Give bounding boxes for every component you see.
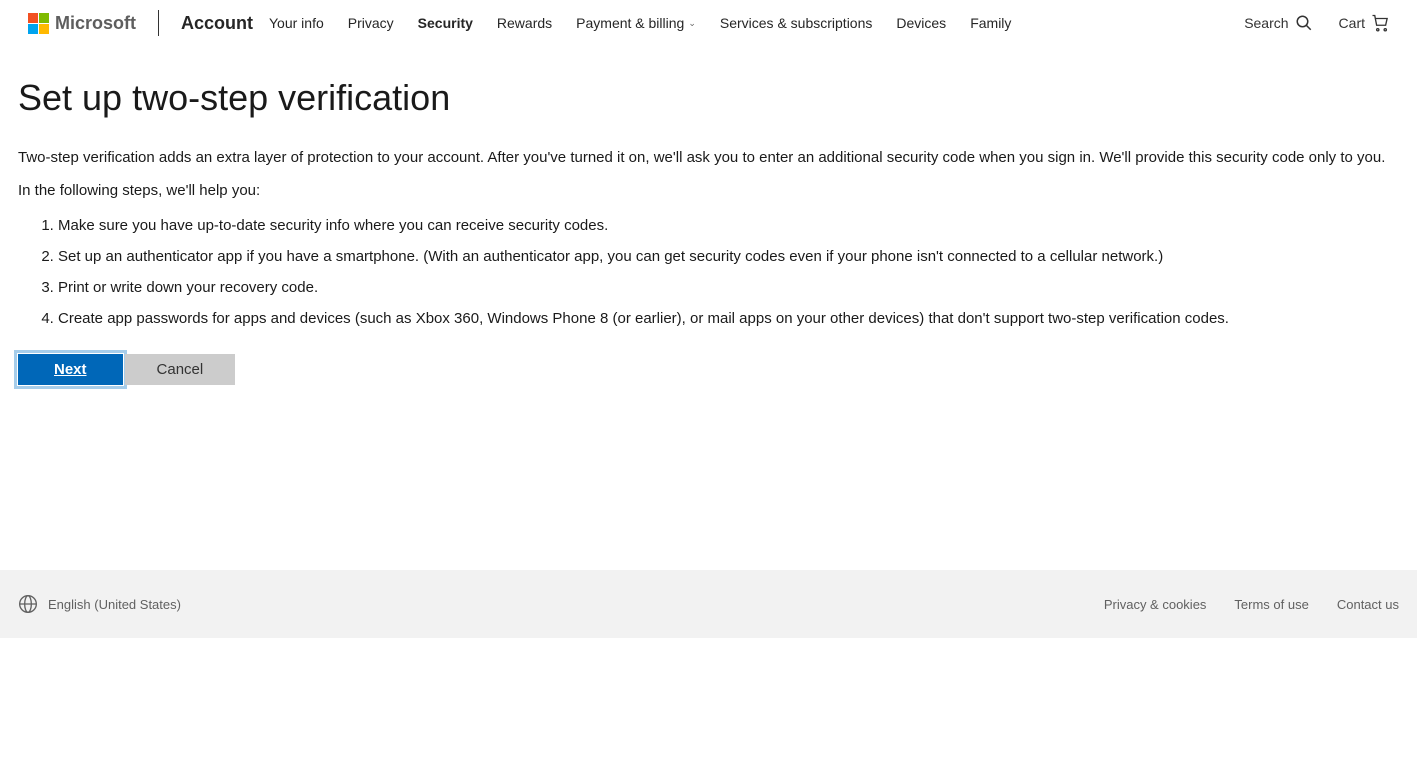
cart-label: Cart <box>1339 15 1365 31</box>
cart-icon <box>1371 14 1389 32</box>
primary-nav: Your info Privacy Security Rewards Payme… <box>269 15 1011 31</box>
nav-payment-billing[interactable]: Payment & billing ⌄ <box>576 15 696 31</box>
steps-list: Make sure you have up-to-date security i… <box>18 215 1399 329</box>
step-item: Set up an authenticator app if you have … <box>58 246 1399 267</box>
microsoft-logo-icon <box>28 13 49 34</box>
section-title[interactable]: Account <box>181 13 253 34</box>
header-right: Search Cart <box>1244 14 1389 32</box>
search-label: Search <box>1244 15 1288 31</box>
cancel-button[interactable]: Cancel <box>125 354 236 385</box>
page-title: Set up two-step verification <box>18 77 1399 119</box>
cart-button[interactable]: Cart <box>1339 14 1389 32</box>
nav-family[interactable]: Family <box>970 15 1011 31</box>
footer-privacy-link[interactable]: Privacy & cookies <box>1104 597 1207 612</box>
header: Microsoft Account Your info Privacy Secu… <box>0 0 1417 47</box>
language-selector[interactable]: English (United States) <box>18 594 181 614</box>
microsoft-brand-text: Microsoft <box>55 13 136 34</box>
footer-links: Privacy & cookies Terms of use Contact u… <box>1104 597 1399 612</box>
nav-privacy[interactable]: Privacy <box>348 15 394 31</box>
button-row: Next Cancel <box>18 354 1399 385</box>
footer-terms-link[interactable]: Terms of use <box>1234 597 1308 612</box>
search-button[interactable]: Search <box>1244 14 1312 32</box>
globe-icon <box>18 594 38 614</box>
footer-contact-link[interactable]: Contact us <box>1337 597 1399 612</box>
nav-rewards[interactable]: Rewards <box>497 15 552 31</box>
microsoft-logo[interactable]: Microsoft <box>28 13 136 34</box>
subintro-text: In the following steps, we'll help you: <box>18 182 1399 199</box>
step-item: Make sure you have up-to-date security i… <box>58 215 1399 236</box>
search-icon <box>1295 14 1313 32</box>
footer: English (United States) Privacy & cookie… <box>0 570 1417 638</box>
chevron-down-icon: ⌄ <box>688 18 696 29</box>
step-item: Print or write down your recovery code. <box>58 277 1399 298</box>
step-item: Create app passwords for apps and device… <box>58 308 1399 329</box>
nav-devices[interactable]: Devices <box>896 15 946 31</box>
intro-text: Two-step verification adds an extra laye… <box>18 149 1399 166</box>
main-content: Set up two-step verification Two-step ve… <box>0 47 1417 435</box>
next-button[interactable]: Next <box>18 354 123 385</box>
nav-security[interactable]: Security <box>418 15 473 31</box>
nav-services-subscriptions[interactable]: Services & subscriptions <box>720 15 873 31</box>
language-label: English (United States) <box>48 597 181 612</box>
nav-your-info[interactable]: Your info <box>269 15 324 31</box>
nav-payment-label: Payment & billing <box>576 15 684 31</box>
header-divider <box>158 10 159 36</box>
